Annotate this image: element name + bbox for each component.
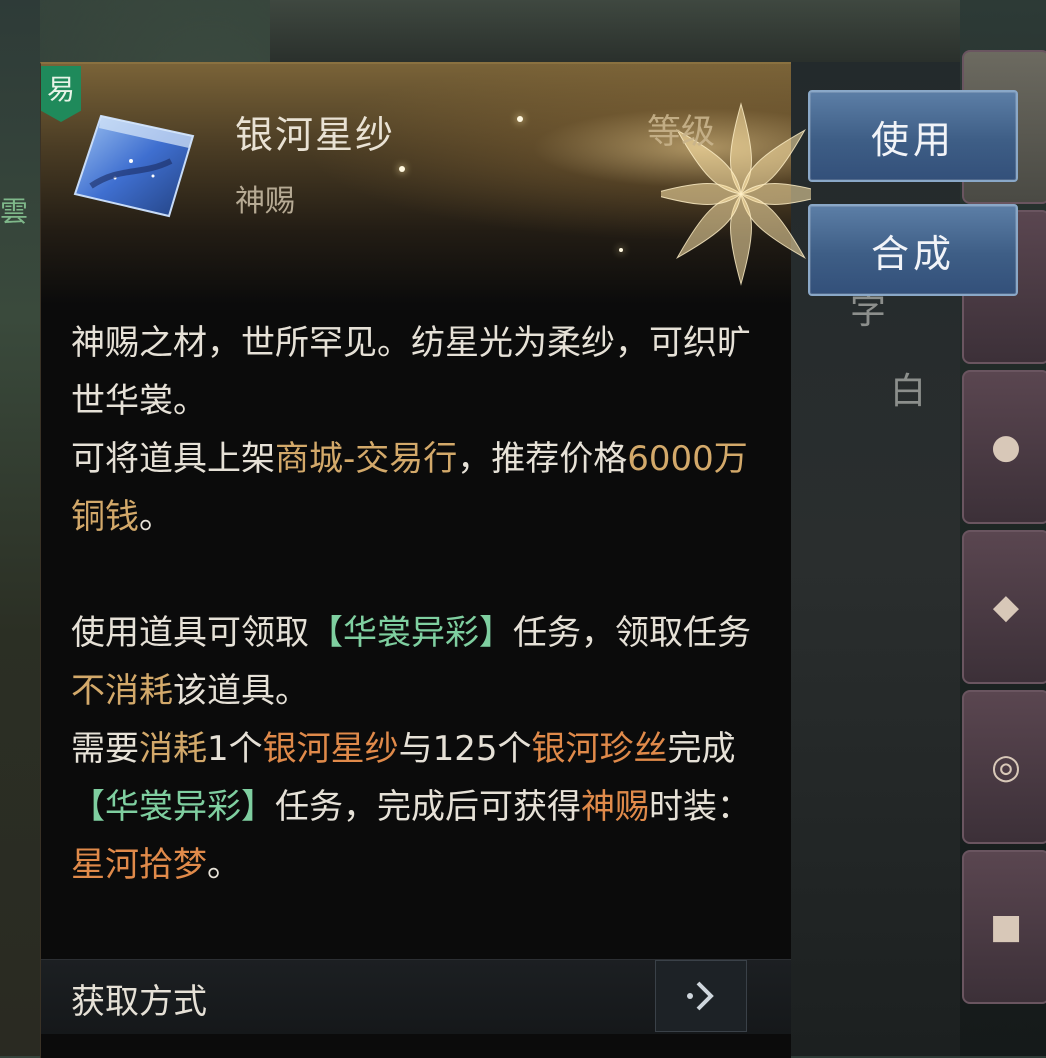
description-text: 时装： [649,787,751,827]
sparkle-icon [619,248,623,252]
item-name: 银河星纱 [235,113,396,157]
background-glyph: 雲 [0,195,29,228]
highlight-text: 消耗 [139,729,207,769]
description-paragraph: 需要消耗1个银河星纱与125个银河珍丝完成【华裳异彩】任务，完成后可获得神赐时装… [71,720,761,894]
description-text: 神赐之材，世所罕见。纺星光为柔纱，可织旷世华裳。 [71,323,751,421]
highlight-text: 银河星纱 [262,729,399,769]
sparkle-icon [517,116,523,122]
orb-icon: ◎ [991,747,1021,787]
inventory-slot[interactable]: ◎ [962,690,1046,844]
item-icon: ■ [989,907,1023,947]
description-text: ，推荐价格 [457,439,628,479]
background-top [270,0,960,62]
highlight-text: 【华裳异彩】 [71,787,275,827]
inventory-slot[interactable]: ◆ [962,530,1046,684]
inventory-slot[interactable]: ● [962,370,1046,524]
description-text: 任务，完成后可获得 [275,787,581,827]
scroll-icon: ◆ [992,587,1020,627]
highlight-text: 商城-交易行 [275,439,458,479]
item-level-label: 等级 [647,112,715,152]
item-type: 神赐 [235,184,295,219]
acquire-button[interactable] [655,960,747,1032]
highlight-text: 神赐 [581,787,649,827]
description-text: 1个 [207,729,263,769]
item-description: 神赐之材，世所罕见。纺星光为柔纱，可织旷世华裳。 可将道具上架商城-交易行，推荐价… [71,314,761,894]
description-text: 任务，领取任务 [513,613,751,653]
description-paragraph: 可将道具上架商城-交易行，推荐价格6000万铜钱。 [71,430,761,546]
item-tooltip: 易 银河星纱 神赐 等级 神赐之材，世所罕见。纺星光为柔纱，可织旷世华裳。 可将道… [40,62,811,1058]
description-paragraph: 使用道具可领取【华裳异彩】任务，领取任务不消耗该道具。 [71,604,761,720]
star-gauze-item-icon [73,114,195,218]
description-text [71,555,82,595]
description-text: 可将道具上架 [71,439,275,479]
description-text: 与125个 [398,729,532,769]
compose-button[interactable]: 合成 [808,204,1018,296]
acquire-label: 获取方式 [71,982,207,1022]
description-text: 需要 [71,729,139,769]
highlight-text: 【华裳异彩】 [309,613,513,653]
background-glyph: 白 [890,371,927,412]
fruit-icon: ● [991,427,1021,467]
description-text: 该道具。 [173,671,309,711]
description-paragraph: 神赐之材，世所罕见。纺星光为柔纱，可织旷世华裳。 [71,314,761,430]
description-paragraph [71,546,761,604]
sparkle-icon [399,166,405,172]
description-text: 。 [139,497,173,537]
description-text: 使用道具可领取 [71,613,309,653]
use-button[interactable]: 使用 [808,90,1018,182]
highlight-text: 星河拾梦 [71,845,207,885]
description-text: 完成 [667,729,736,769]
highlight-text: 不消耗 [71,671,173,711]
inventory-slot[interactable]: ■ [962,850,1046,1004]
chevron-right-icon [687,981,714,1011]
background-left [0,0,40,1056]
acquire-row[interactable]: 获取方式 [41,959,791,1034]
highlight-text: 银河珍丝 [531,729,668,769]
description-text: 。 [207,845,241,885]
